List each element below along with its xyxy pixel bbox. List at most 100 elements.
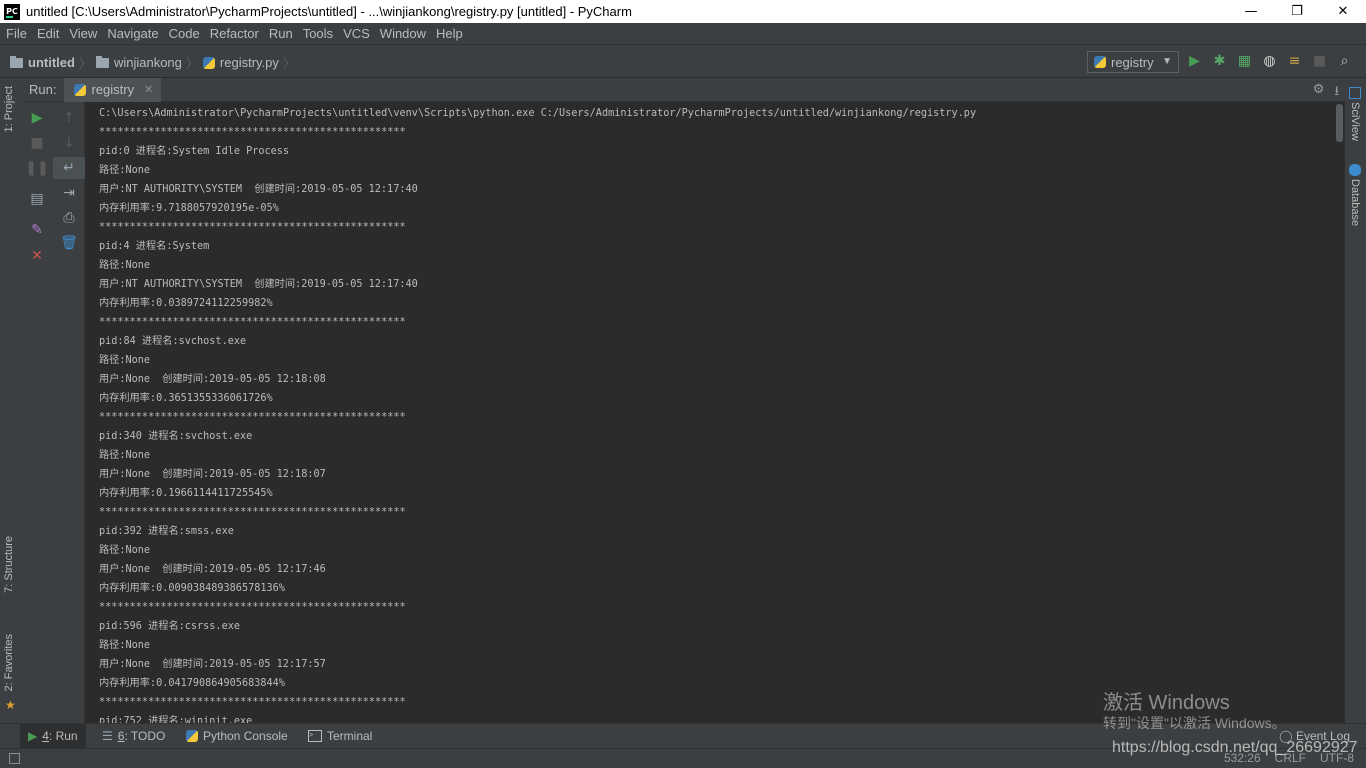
tab-run-label: : Run: [48, 729, 78, 743]
console-line: 内存利用率:0.009038489386578136%: [99, 583, 285, 594]
console-line: 用户:NT AUTHORITY\SYSTEM 创建时间:2019-05-05 1…: [99, 279, 418, 290]
menu-navigate[interactable]: Navigate: [102, 26, 163, 41]
tab-terminal-label: Terminal: [327, 729, 373, 743]
star-icon: ★: [5, 698, 16, 712]
pause-icon[interactable]: ❚❚: [21, 157, 53, 179]
folder-icon: [10, 55, 23, 68]
navigation-bar: untitled 〉 winjiankong 〉 registry.py 〉 r…: [0, 44, 1366, 78]
run-toolbar-primary: ▶ ■ ❚❚ ▤ ✎ ✕: [21, 102, 53, 723]
console-line: 用户:None 创建时间:2019-05-05 12:18:07: [99, 469, 326, 480]
run-toolbar-secondary: ↑ ↓ ↵ ⇥ ⎙ 🗑: [53, 102, 85, 723]
breadcrumb-separator: 〉: [78, 56, 92, 71]
close-run-icon[interactable]: ✕: [21, 245, 53, 267]
breadcrumb-file[interactable]: registry.py: [220, 55, 279, 70]
menu-refactor[interactable]: Refactor: [205, 26, 264, 41]
stop-icon[interactable]: ■: [21, 132, 53, 154]
menu-file[interactable]: File: [0, 26, 32, 41]
breadcrumb-separator: 〉: [185, 56, 199, 71]
database-icon: [1349, 164, 1361, 176]
menu-help[interactable]: Help: [431, 26, 468, 41]
menu-code[interactable]: Code: [164, 26, 205, 41]
console-line: 内存利用率:0.3651355336061726%: [99, 393, 273, 404]
breadcrumb-separator: 〉: [282, 56, 296, 71]
python-console-icon: [186, 730, 198, 742]
concurrency-icon[interactable]: ≡: [1282, 53, 1307, 69]
trash-icon[interactable]: 🗑: [53, 232, 85, 254]
run-configuration-label: registry: [1111, 54, 1154, 70]
console-line: 内存利用率:0.1966114411725545%: [99, 488, 273, 499]
console-line: C:\Users\Administrator\PycharmProjects\u…: [99, 108, 977, 119]
console-line: 路径:None: [99, 165, 151, 176]
menu-window[interactable]: Window: [375, 26, 431, 41]
tab-todo-label: : TODO: [124, 729, 166, 743]
menu-run[interactable]: Run: [264, 26, 298, 41]
stop-icon[interactable]: ■: [1307, 53, 1332, 69]
console-line: 路径:None: [99, 260, 151, 271]
tab-run[interactable]: ▶ 4: Run: [20, 724, 86, 748]
tab-database[interactable]: Database: [1349, 179, 1361, 226]
search-icon[interactable]: ⌕: [1332, 53, 1357, 69]
console-line: ****************************************…: [99, 602, 406, 613]
python-file-icon: [74, 83, 87, 96]
profile-icon[interactable]: ◍: [1257, 53, 1282, 69]
title-bar: PC untitled [C:\Users\Administrator\Pych…: [0, 0, 1366, 23]
run-configuration-select[interactable]: registry ▼: [1087, 51, 1179, 73]
debug-icon[interactable]: ✱: [1207, 53, 1232, 69]
tab-todo-number: 6: [117, 729, 125, 743]
menu-edit[interactable]: Edit: [32, 26, 64, 41]
console-output[interactable]: C:\Users\Administrator\PycharmProjects\u…: [85, 102, 1333, 723]
scroll-to-end-icon[interactable]: ⇥: [53, 182, 85, 204]
print-icon[interactable]: ⎙: [53, 207, 85, 229]
dump-threads-icon[interactable]: ▤: [21, 188, 53, 210]
coverage-icon[interactable]: ▦: [1232, 53, 1257, 69]
tab-favorites[interactable]: 2: Favorites: [3, 634, 15, 691]
close-window-button[interactable]: ✕: [1320, 0, 1366, 23]
console-line: 路径:None: [99, 545, 151, 556]
arrow-up-icon[interactable]: ↑: [53, 107, 85, 129]
breadcrumb-project[interactable]: untitled: [28, 55, 75, 70]
right-tool-strip: SciView Database: [1344, 78, 1366, 723]
console-line: pid:392 进程名:smss.exe: [99, 526, 234, 537]
scrollbar-thumb[interactable]: [1336, 104, 1343, 142]
menu-view[interactable]: View: [64, 26, 102, 41]
tab-python-console[interactable]: Python Console: [178, 724, 296, 748]
todo-icon: ☰: [102, 729, 113, 743]
chevron-down-icon: ▼: [1162, 56, 1172, 67]
folder-icon: [95, 55, 109, 68]
toggle-tool-windows-icon[interactable]: [9, 753, 20, 764]
tab-todo[interactable]: ☰ 6: TODO: [94, 724, 173, 748]
tab-terminal[interactable]: > Terminal: [300, 724, 380, 748]
console-line: pid:340 进程名:svchost.exe: [99, 431, 253, 442]
console-line: 路径:None: [99, 450, 151, 461]
restore-button[interactable]: ❐: [1274, 0, 1320, 23]
tab-sciview[interactable]: SciView: [1349, 102, 1361, 141]
close-icon[interactable]: ✕: [144, 83, 153, 96]
console-line: 用户:None 创建时间:2019-05-05 12:17:57: [99, 659, 326, 670]
console-scrollbar[interactable]: [1334, 102, 1345, 723]
console-line: pid:752 进程名:wininit.exe: [99, 716, 253, 723]
minimize-button[interactable]: —: [1228, 0, 1274, 23]
console-line: pid:4 进程名:System: [99, 241, 210, 252]
tab-project[interactable]: 1: Project: [3, 86, 15, 132]
gear-icon[interactable]: ⚙: [1313, 82, 1325, 104]
arrow-down-icon[interactable]: ↓: [53, 132, 85, 154]
hide-panel-icon[interactable]: ⭳: [1334, 82, 1339, 104]
console-line: ****************************************…: [99, 412, 406, 423]
run-panel-label: Run:: [29, 82, 57, 97]
run-tab-registry[interactable]: registry ✕: [64, 77, 162, 102]
breadcrumb: untitled 〉 winjiankong 〉 registry.py 〉: [10, 53, 300, 72]
console-line: 内存利用率:0.0389724112259982%: [99, 298, 273, 309]
csdn-watermark: https://blog.csdn.net/qq_26692927: [1112, 739, 1358, 756]
run-icon[interactable]: ▶: [1182, 53, 1207, 69]
console-line: pid:84 进程名:svchost.exe: [99, 336, 247, 347]
pin-tab-icon[interactable]: ✎: [21, 219, 53, 241]
breadcrumb-folder[interactable]: winjiankong: [114, 55, 182, 70]
rerun-icon[interactable]: ▶: [21, 107, 53, 129]
menu-tools[interactable]: Tools: [298, 26, 338, 41]
soft-wrap-icon[interactable]: ↵: [53, 157, 85, 179]
python-file-icon: [1094, 56, 1106, 68]
console-line: 路径:None: [99, 355, 151, 366]
menu-vcs[interactable]: VCS: [338, 26, 375, 41]
console-line: 用户:None 创建时间:2019-05-05 12:17:46: [99, 564, 326, 575]
tab-structure[interactable]: 7: Structure: [3, 536, 15, 593]
